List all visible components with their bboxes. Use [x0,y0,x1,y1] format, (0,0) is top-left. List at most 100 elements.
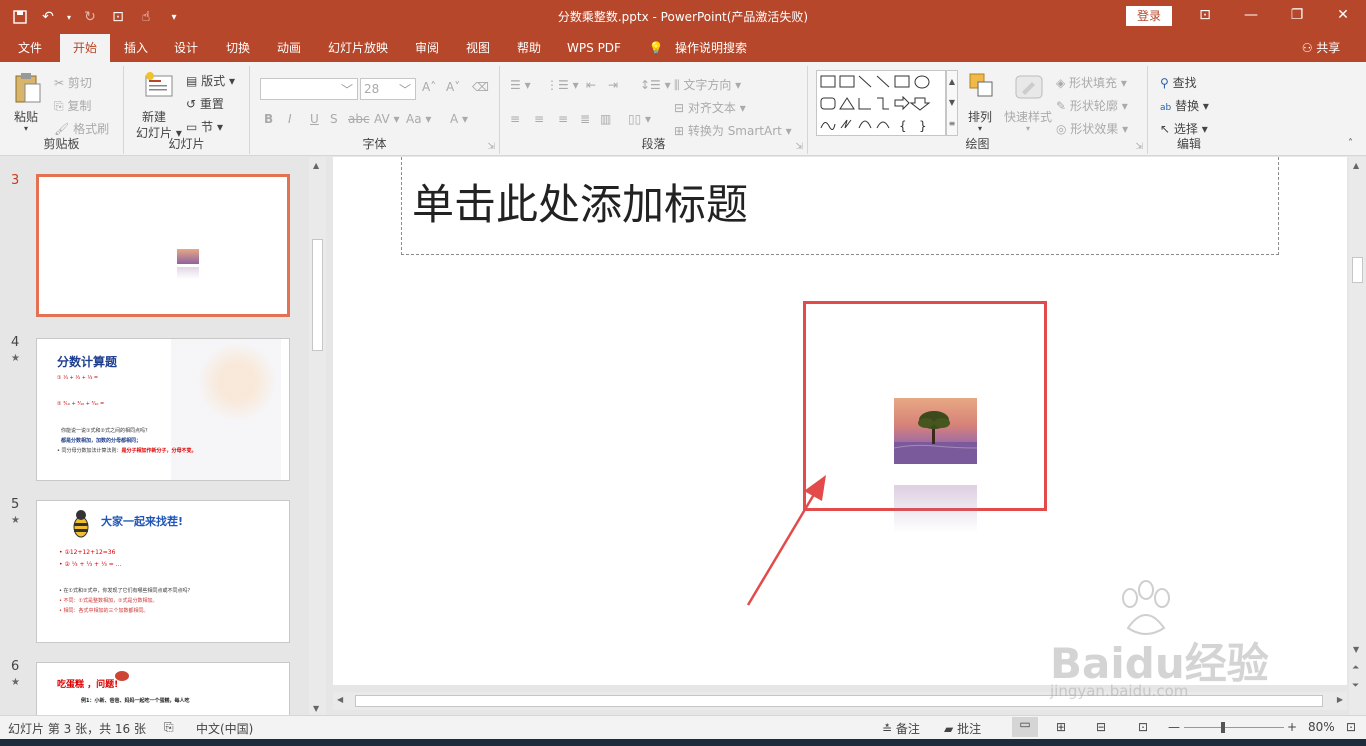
section-button[interactable]: ▭ 节 ▾ [186,118,223,135]
thumbnail-scrollbar[interactable]: ▲ ▼ [309,157,326,715]
shape-fill-button[interactable]: ◈ 形状填充 ▾ [1056,74,1127,91]
layout-button[interactable]: ▤ 版式 ▾ [186,72,235,89]
paragraph-dialog-launcher-icon[interactable]: ⇲ [795,142,803,152]
login-button[interactable]: 登录 [1126,6,1172,26]
align-text-button[interactable]: ⊟ 对齐文本 ▾ [674,99,746,116]
minimize-icon[interactable]: — [1228,0,1274,30]
increase-indent-icon[interactable]: ⇥ [608,78,618,92]
align-left-icon[interactable]: ≡ [510,112,520,126]
character-spacing-button[interactable]: AV ▾ [374,112,400,126]
find-button[interactable]: ⚲ 查找 [1160,74,1197,91]
slideshow-icon[interactable]: ⊡ [1138,720,1148,734]
tab-file[interactable]: 文件 [8,34,52,62]
title-placeholder[interactable]: 单击此处添加标题 [401,157,1279,255]
tab-slideshow[interactable]: 幻灯片放映 [322,34,394,62]
distributed-icon[interactable]: ▥ [600,112,611,126]
reading-view-icon[interactable]: ⊟ [1096,720,1106,734]
shrink-font-icon[interactable]: A˅ [446,80,460,94]
tab-transitions[interactable]: 切换 [216,34,260,62]
grow-font-icon[interactable]: A˄ [422,80,436,94]
normal-view-button[interactable]: ▭ [1012,717,1038,737]
close-icon[interactable]: ✕ [1320,0,1366,30]
ribbon-display-options-icon[interactable]: ⊡ [1182,0,1228,30]
slide5-line2: • ② ⅓ + ⅓ + ⅓ = ... [59,561,122,568]
drawing-dialog-launcher-icon[interactable]: ⇲ [1135,142,1143,152]
scroll-right-icon[interactable]: ▶ [1337,695,1343,704]
font-size-combo[interactable]: 28 ﹀ [360,78,416,100]
slide-thumbnail-5[interactable]: 大家一起来找茬! • ①12+12+12=36 • ② ⅓ + ⅓ + ⅓ = … [36,500,290,643]
arrange-label: 排列 [968,110,993,124]
shapes-gallery[interactable]: {} [816,70,946,136]
paste-button[interactable]: 粘贴 ▾ [10,72,46,138]
tab-view[interactable]: 视图 [456,34,500,62]
align-right-icon[interactable]: ≡ [558,112,568,126]
zoom-level[interactable]: 80% [1308,720,1335,734]
change-case-button[interactable]: Aa ▾ [406,112,431,126]
slide-horizontal-scrollbar[interactable]: ◀ ▶ [333,692,1347,710]
justify-icon[interactable]: ≣ [580,112,590,126]
line-spacing-icon[interactable]: ↕☰ ▾ [640,78,671,92]
maximize-icon[interactable]: ❐ [1274,0,1320,30]
language-status[interactable]: 中文(中国) [196,720,253,737]
zoom-slider[interactable] [1184,722,1284,733]
slide-sorter-icon[interactable]: ⊞ [1056,720,1066,734]
underline-button[interactable]: U [310,112,319,126]
slide-thumbnail-3[interactable] [36,174,290,317]
fit-to-window-icon[interactable]: ⊡ [1346,720,1356,734]
font-name-combo[interactable]: ﹀ [260,78,358,100]
bold-button[interactable]: B [264,112,273,126]
previous-slide-icon[interactable]: ⏶ [1352,663,1359,673]
next-slide-icon[interactable]: ⏷ [1352,681,1359,691]
tab-help[interactable]: 帮助 [507,34,551,62]
slide-canvas[interactable]: 单击此处添加标题 [333,157,1347,685]
shapes-gallery-scroll[interactable]: ▲ ▼ ≡ [946,70,958,136]
align-center-icon[interactable]: ≡ [534,112,544,126]
tab-review[interactable]: 审阅 [405,34,449,62]
text-direction-button[interactable]: ⫼ 文字方向 ▾ [674,76,741,93]
quick-styles-button[interactable]: 快速样式 ▾ [1004,72,1054,138]
slide-thumbnail-6[interactable]: 吃蛋糕 ，问题! 例1：小新、爸爸、妈妈一起吃一个蛋糕，每人吃 [36,662,290,715]
copy-button[interactable]: ⎘ 复制 [54,97,91,114]
decrease-indent-icon[interactable]: ⇤ [586,78,596,92]
scroll-down-icon[interactable]: ▼ [313,704,319,713]
bullets-icon[interactable]: ☰ ▾ [510,78,531,92]
slide-vertical-scrollbar[interactable]: ▲ ▼ ⏶ ⏷ [1349,157,1366,715]
scroll-down-icon[interactable]: ▼ [1353,645,1359,654]
replace-button[interactable]: ab 替换 ▾ [1160,97,1209,114]
scroll-left-icon[interactable]: ◀ [337,695,343,704]
notes-button[interactable]: ≛ 备注 [882,720,920,737]
tab-insert[interactable]: 插入 [114,34,158,62]
numbering-icon[interactable]: ⋮☰ ▾ [546,78,579,92]
tab-wps-pdf[interactable]: WPS PDF [560,34,628,62]
slide-scroll-thumb[interactable] [1352,257,1363,283]
tab-design[interactable]: 设计 [164,34,208,62]
reset-button[interactable]: ↺ 重置 [186,95,224,112]
shape-outline-button[interactable]: ✎ 形状轮廓 ▾ [1056,97,1128,114]
tree-picture[interactable] [894,398,977,464]
share-button[interactable]: ⚇ 共享 [1296,34,1346,62]
scroll-up-icon[interactable]: ▲ [1353,161,1359,170]
columns-icon[interactable]: ▯▯ ▾ [628,112,651,126]
font-color-button[interactable]: A ▾ [450,112,468,126]
zoom-out-icon[interactable]: — [1168,720,1180,734]
slide-thumbnail-4[interactable]: 分数计算题 ① ⅓ + ⅓ + ⅓ = ② ³⁄₁₀ + ³⁄₁₀ + ³⁄₁₀… [36,338,290,481]
shadow-button[interactable]: S [330,112,338,126]
thumbnail-scroll-thumb[interactable] [312,239,323,351]
tab-home[interactable]: 开始 [60,34,110,62]
clear-formatting-icon[interactable]: ⌫ [472,80,489,94]
accessibility-icon[interactable]: ⎘ [164,720,174,735]
new-slide-button[interactable]: 新建 幻灯片 ▾ [136,70,182,140]
italic-button[interactable]: I [288,112,292,126]
tell-me-search[interactable]: 操作说明搜索 [670,34,752,62]
thumbnail-cartoon-background [171,339,281,480]
comments-button[interactable]: ▰ 批注 [944,720,981,737]
collapse-ribbon-icon[interactable]: ˄ [1348,138,1353,149]
zoom-in-icon[interactable]: + [1287,720,1297,734]
arrange-button[interactable]: 排列 ▾ [964,72,1000,138]
tab-animations[interactable]: 动画 [267,34,311,62]
zoom-slider-thumb[interactable] [1220,722,1225,733]
font-dialog-launcher-icon[interactable]: ⇲ [487,142,495,152]
scroll-up-icon[interactable]: ▲ [313,161,319,170]
cut-button[interactable]: ✂ 剪切 [54,74,92,91]
strikethrough-button[interactable]: abc [348,112,370,126]
